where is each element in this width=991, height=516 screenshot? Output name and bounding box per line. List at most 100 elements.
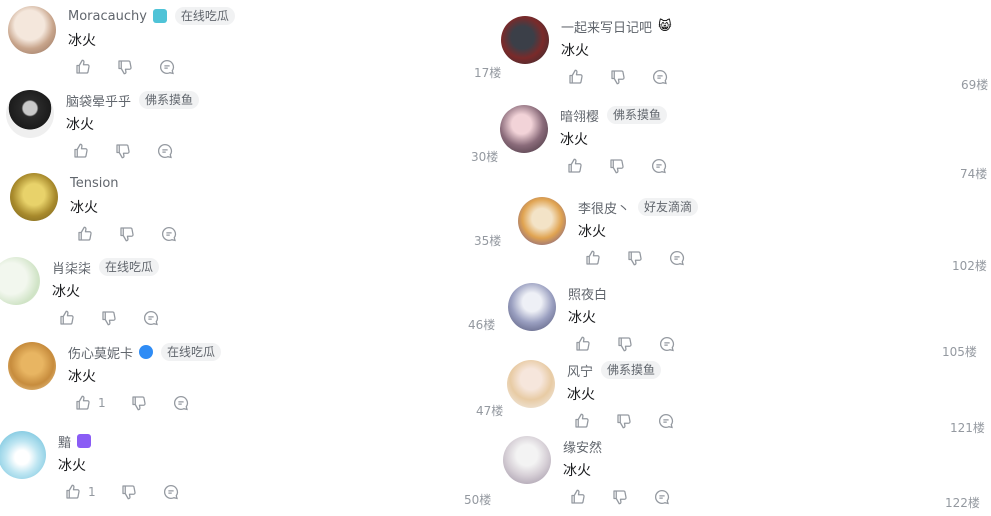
floor-number: 105楼 xyxy=(942,345,977,359)
comment-text: 冰火 xyxy=(560,132,588,148)
dislike-button[interactable] xyxy=(116,58,134,76)
like-button[interactable] xyxy=(569,488,587,506)
like-button[interactable] xyxy=(567,68,585,86)
like-button[interactable]: 1 xyxy=(74,394,106,412)
comment-item: 一起来写日记吧 😸 冰火 69楼 xyxy=(501,16,991,96)
reply-button[interactable] xyxy=(156,142,174,160)
reply-bubble-icon xyxy=(163,484,178,500)
like-button[interactable] xyxy=(574,335,592,353)
username[interactable]: 照夜白 xyxy=(568,284,607,303)
reply-button[interactable] xyxy=(158,58,176,76)
thumb-down-icon xyxy=(611,70,625,85)
comment-item: 照夜白 冰火 105楼 xyxy=(508,283,990,363)
dislike-button[interactable] xyxy=(114,142,132,160)
like-button[interactable] xyxy=(58,309,76,327)
avatar[interactable] xyxy=(518,197,566,245)
dislike-button[interactable] xyxy=(130,394,148,412)
comment-text: 冰火 xyxy=(68,33,96,49)
reply-bubble-icon xyxy=(652,69,668,85)
username[interactable]: 李很皮丶 xyxy=(578,198,630,217)
thumb-up-icon xyxy=(76,59,90,74)
floor-number: 122楼 xyxy=(945,496,980,510)
reply-button[interactable] xyxy=(142,309,160,327)
username[interactable]: Moracauchy xyxy=(68,9,147,24)
avatar[interactable] xyxy=(500,105,548,153)
floor-number: 50楼 xyxy=(464,493,492,507)
comment-item: 黯 冰火 1 50楼 xyxy=(0,431,498,511)
like-button[interactable] xyxy=(72,142,90,160)
reply-button[interactable] xyxy=(162,483,180,501)
dislike-button[interactable] xyxy=(608,157,626,175)
thumb-up-icon xyxy=(78,226,92,241)
avatar[interactable] xyxy=(0,431,46,479)
avatar[interactable] xyxy=(501,16,549,64)
dislike-button[interactable] xyxy=(118,225,136,243)
like-button[interactable]: 1 xyxy=(64,483,96,501)
avatar[interactable] xyxy=(508,283,556,331)
reply-button[interactable] xyxy=(172,394,190,412)
thumb-down-icon xyxy=(116,144,130,159)
thumb-up-icon xyxy=(66,484,80,499)
reply-button[interactable] xyxy=(160,225,178,243)
reply-button[interactable] xyxy=(658,335,676,353)
verified-icon xyxy=(139,345,154,359)
comment-text: 冰火 xyxy=(66,117,94,133)
thumb-down-icon xyxy=(617,414,631,429)
username[interactable]: 伤心莫妮卡 xyxy=(68,343,133,362)
reply-button[interactable] xyxy=(668,249,686,267)
avatar[interactable] xyxy=(503,436,551,484)
dislike-button[interactable] xyxy=(626,249,644,267)
like-button[interactable] xyxy=(573,412,591,430)
floor-number: 35楼 xyxy=(474,234,502,248)
reply-bubble-icon xyxy=(159,59,175,75)
comment-text: 冰火 xyxy=(52,284,80,300)
floor-number: 74楼 xyxy=(960,167,988,181)
avatar[interactable] xyxy=(8,342,56,390)
comment-text: 冰火 xyxy=(58,458,86,474)
like-count: 1 xyxy=(98,396,106,410)
level-badge-icon xyxy=(77,434,92,448)
reply-button[interactable] xyxy=(657,412,675,430)
comment-actions: 1 xyxy=(64,483,204,501)
username[interactable]: 肖柒柒 xyxy=(52,258,91,277)
reply-button[interactable] xyxy=(653,488,671,506)
username[interactable]: 脑袋晕乎乎 xyxy=(66,91,131,110)
dislike-button[interactable] xyxy=(616,335,634,353)
thumb-up-icon xyxy=(568,158,582,173)
comment-text: 冰火 xyxy=(561,43,589,59)
comment-actions xyxy=(74,58,200,76)
username[interactable]: 缘安然 xyxy=(563,437,602,456)
username[interactable]: 一起来写日记吧 xyxy=(561,17,652,36)
username[interactable]: 暗翎樱 xyxy=(560,106,599,125)
avatar[interactable] xyxy=(0,257,40,305)
comment-item: 缘安然 冰火 122楼 xyxy=(503,436,990,516)
comment-text: 冰火 xyxy=(578,224,606,240)
thumb-down-icon xyxy=(613,490,627,505)
comment-text: 冰火 xyxy=(70,200,98,216)
comment-actions xyxy=(566,157,692,175)
like-button[interactable] xyxy=(584,249,602,267)
floor-number: 102楼 xyxy=(952,259,987,273)
reply-button[interactable] xyxy=(650,157,668,175)
thumb-up-icon xyxy=(74,143,88,158)
comment-item: 暗翎樱 佛系摸鱼 冰火 74楼 xyxy=(500,105,990,185)
avatar[interactable] xyxy=(507,360,555,408)
like-button[interactable] xyxy=(74,58,92,76)
dislike-button[interactable] xyxy=(120,483,138,501)
like-button[interactable] xyxy=(76,225,94,243)
dislike-button[interactable] xyxy=(100,309,118,327)
username[interactable]: 黯 xyxy=(58,432,71,451)
dislike-button[interactable] xyxy=(611,488,629,506)
like-button[interactable] xyxy=(566,157,584,175)
avatar[interactable] xyxy=(6,90,54,138)
dislike-button[interactable] xyxy=(615,412,633,430)
username[interactable]: Tension xyxy=(70,176,119,191)
comment-item: 肖柒柒 在线吃瓜 冰火 46楼 xyxy=(0,257,502,337)
reply-button[interactable] xyxy=(651,68,669,86)
avatar[interactable] xyxy=(10,173,58,221)
avatar[interactable] xyxy=(8,6,56,54)
username[interactable]: 风宁 xyxy=(567,361,593,380)
dislike-button[interactable] xyxy=(609,68,627,86)
thumb-up-icon xyxy=(76,395,90,410)
comment-text: 冰火 xyxy=(568,310,596,326)
